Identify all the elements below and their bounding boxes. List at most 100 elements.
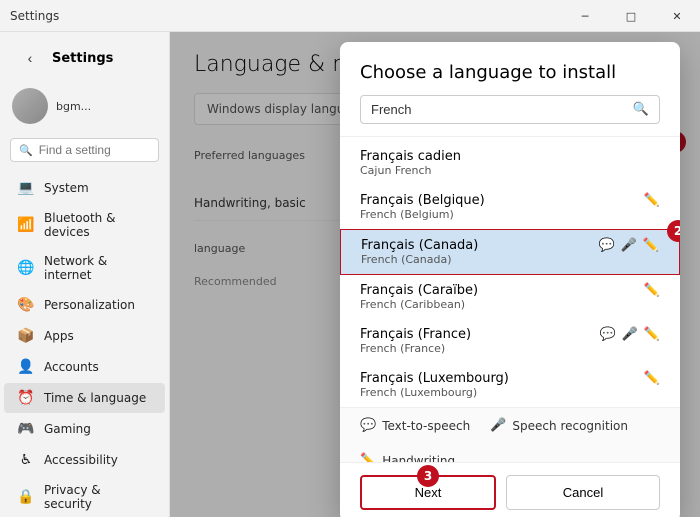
tts-label: Text-to-speech	[382, 419, 470, 433]
lang-english-luxembourg: French (Luxembourg)	[360, 386, 660, 399]
main-content: Language & region Windows display langua…	[170, 32, 700, 517]
lang-native-cajun: Français cadien	[360, 149, 660, 164]
modal-search-input[interactable]	[371, 102, 625, 117]
edit-icon: ✏️	[644, 371, 660, 386]
cancel-button[interactable]: Cancel	[506, 475, 660, 510]
lang-icons-canada: 💬 🎤 ✏️	[598, 238, 659, 253]
handwriting-label: Handwriting	[382, 454, 455, 463]
list-item[interactable]: Français (Belgique) ✏️ French (Belgium)	[340, 185, 680, 229]
tts-icon: 💬	[598, 238, 614, 253]
modal-title: Choose a language to install	[360, 62, 660, 83]
sidebar: ‹ Settings bgm... 🔍 💻 System 📶 Bluetooth…	[0, 32, 170, 517]
accessibility-icon: ♿	[18, 452, 34, 468]
search-icon: 🔍	[19, 144, 33, 157]
sidebar-item-personalization[interactable]: 🎨 Personalization	[4, 290, 165, 320]
sidebar-item-label-accessibility: Accessibility	[44, 453, 118, 467]
speech-feature-icon: 🎤	[490, 418, 506, 433]
edit-icon: ✏️	[644, 283, 660, 298]
edit-icon: ✏️	[644, 327, 660, 342]
list-item-selected[interactable]: Français (Canada) 💬 🎤 ✏️ French (Canada)…	[340, 229, 680, 275]
speech-icon: 🎤	[622, 327, 638, 342]
sidebar-item-label-system: System	[44, 181, 89, 195]
nav-list: 💻 System 📶 Bluetooth & devices 🌐 Network…	[0, 168, 169, 517]
sidebar-item-apps[interactable]: 📦 Apps	[4, 321, 165, 351]
modal-search-icon: 🔍	[633, 102, 649, 117]
sidebar-item-privacy[interactable]: 🔒 Privacy & security	[4, 476, 165, 517]
modal-footer: Next 3 Cancel	[340, 462, 680, 517]
app-container: ‹ Settings bgm... 🔍 💻 System 📶 Bluetooth…	[0, 32, 700, 517]
sidebar-item-label-apps: Apps	[44, 329, 74, 343]
sidebar-search-input[interactable]	[39, 143, 150, 157]
sidebar-item-label-bluetooth: Bluetooth & devices	[44, 211, 151, 239]
apps-icon: 📦	[18, 328, 34, 344]
sidebar-item-accounts[interactable]: 👤 Accounts	[4, 352, 165, 382]
step3-badge: 3	[417, 465, 439, 487]
window-chrome: Settings ─ □ ✕	[0, 0, 700, 32]
window-controls: ─ □ ✕	[562, 0, 700, 31]
sidebar-item-label-personalization: Personalization	[44, 298, 135, 312]
network-icon: 🌐	[18, 260, 34, 276]
sidebar-item-label-network: Network & internet	[44, 254, 151, 282]
lang-native-caribbean: Français (Caraïbe) ✏️	[360, 283, 660, 298]
lang-native-france: Français (France) 💬 🎤 ✏️	[360, 327, 660, 342]
lang-english-cajun: Cajun French	[360, 164, 660, 177]
sidebar-title: Settings	[52, 51, 113, 66]
step2-badge: 2	[667, 220, 680, 242]
lang-native-luxembourg: Français (Luxembourg) ✏️	[360, 371, 660, 386]
speech-icon: 🎤	[621, 238, 637, 253]
user-name: bgm...	[56, 100, 91, 113]
sidebar-item-time[interactable]: ⏰ Time & language	[4, 383, 165, 413]
feature-handwriting: ✏️ Handwriting	[360, 453, 455, 462]
sidebar-item-label-accounts: Accounts	[44, 360, 99, 374]
speech-label: Speech recognition	[512, 419, 628, 433]
lang-icons-belgium: ✏️	[644, 193, 660, 208]
sidebar-item-network[interactable]: 🌐 Network & internet	[4, 247, 165, 289]
list-item[interactable]: Français cadien Cajun French	[340, 141, 680, 185]
gaming-icon: 🎮	[18, 421, 34, 437]
sidebar-item-label-time: Time & language	[44, 391, 146, 405]
minimize-button[interactable]: ─	[562, 0, 608, 32]
bluetooth-icon: 📶	[18, 217, 34, 233]
lang-english-belgium: French (Belgium)	[360, 208, 660, 221]
user-area: bgm...	[0, 80, 169, 132]
close-button[interactable]: ✕	[654, 0, 700, 32]
lang-icons-france: 💬 🎤 ✏️	[599, 327, 660, 342]
maximize-button[interactable]: □	[608, 0, 654, 32]
lang-english-france: French (France)	[360, 342, 660, 355]
edit-icon: ✏️	[644, 193, 660, 208]
time-icon: ⏰	[18, 390, 34, 406]
accounts-icon: 👤	[18, 359, 34, 375]
language-install-modal: Choose a language to install 🔍 Français …	[340, 42, 680, 517]
sidebar-item-label-gaming: Gaming	[44, 422, 91, 436]
modal-overlay: Choose a language to install 🔍 Français …	[170, 32, 700, 517]
lang-english-canada: French (Canada)	[361, 253, 659, 266]
lang-native-belgium: Français (Belgique) ✏️	[360, 193, 660, 208]
features-section: 💬 Text-to-speech 🎤 Speech recognition ✏️…	[340, 407, 680, 462]
lang-icons-luxembourg: ✏️	[644, 371, 660, 386]
sidebar-search-box[interactable]: 🔍	[10, 138, 159, 162]
tts-icon: 💬	[599, 327, 615, 342]
sidebar-item-gaming[interactable]: 🎮 Gaming	[4, 414, 165, 444]
modal-search-box[interactable]: 🔍	[360, 95, 660, 124]
list-item[interactable]: Français (Caraïbe) ✏️ French (Caribbean)	[340, 275, 680, 319]
modal-header: Choose a language to install 🔍	[340, 42, 680, 136]
feature-speech: 🎤 Speech recognition	[490, 418, 628, 433]
personalization-icon: 🎨	[18, 297, 34, 313]
lang-icons-caribbean: ✏️	[644, 283, 660, 298]
privacy-icon: 🔒	[18, 489, 34, 505]
system-icon: 💻	[18, 180, 34, 196]
modal-language-list[interactable]: Français cadien Cajun French Français (B…	[340, 136, 680, 462]
sidebar-item-bluetooth[interactable]: 📶 Bluetooth & devices	[4, 204, 165, 246]
features-row: 💬 Text-to-speech 🎤 Speech recognition ✏️…	[360, 418, 660, 462]
back-button[interactable]: ‹	[16, 44, 44, 72]
sidebar-item-system[interactable]: 💻 System	[4, 173, 165, 203]
sidebar-header: ‹ Settings	[0, 32, 169, 80]
lang-native-canada: Français (Canada) 💬 🎤 ✏️	[361, 238, 659, 253]
handwriting-feature-icon: ✏️	[360, 453, 376, 462]
feature-tts: 💬 Text-to-speech	[360, 418, 470, 433]
lang-english-caribbean: French (Caribbean)	[360, 298, 660, 311]
window-title: Settings	[10, 9, 59, 23]
list-item[interactable]: Français (Luxembourg) ✏️ French (Luxembo…	[340, 363, 680, 407]
sidebar-item-accessibility[interactable]: ♿ Accessibility	[4, 445, 165, 475]
list-item[interactable]: Français (France) 💬 🎤 ✏️ French (France)	[340, 319, 680, 363]
